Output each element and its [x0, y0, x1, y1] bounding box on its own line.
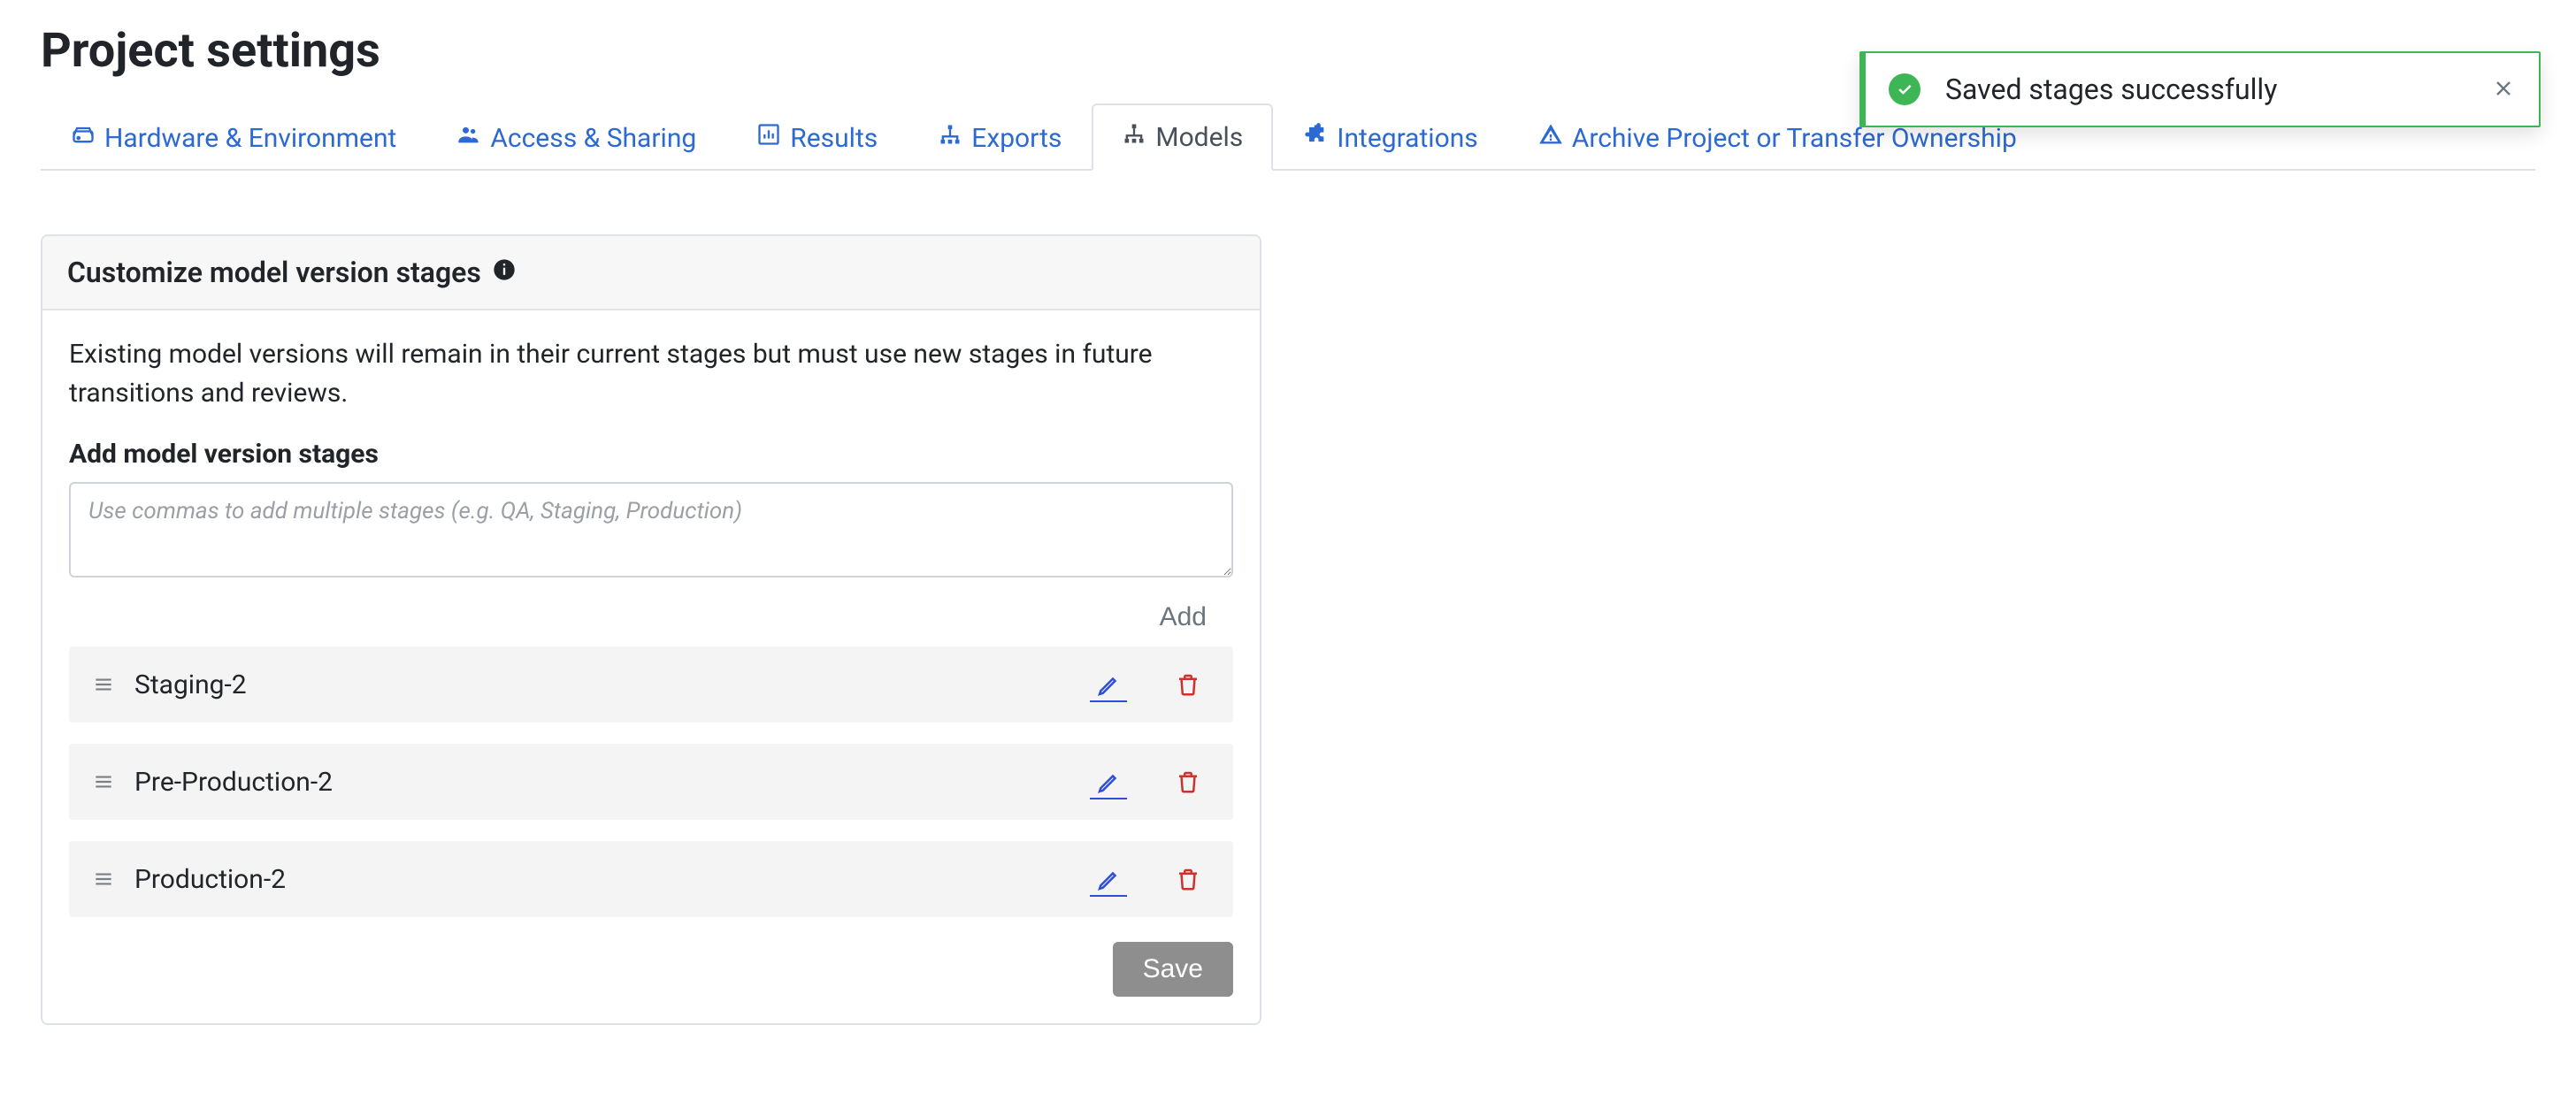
hdd-icon — [71, 122, 96, 154]
save-button[interactable]: Save — [1113, 942, 1233, 997]
delete-stage-button[interactable] — [1169, 860, 1207, 898]
stage-row: Staging-2 — [69, 646, 1233, 723]
tab-models[interactable]: Models — [1092, 103, 1273, 171]
close-icon — [2491, 76, 2516, 103]
add-button[interactable]: Add — [1160, 602, 1207, 632]
puzzle-icon — [1303, 122, 1328, 154]
stage-row: Pre-Production-2 — [69, 744, 1233, 820]
tab-label: Results — [790, 123, 878, 154]
stage-name: Staging-2 — [134, 669, 1070, 700]
tab-results[interactable]: Results — [726, 103, 908, 171]
warning-icon — [1538, 122, 1563, 154]
customize-stages-panel: Customize model version stages Existing … — [41, 234, 1261, 1025]
add-stages-label: Add model version stages — [69, 439, 1233, 470]
panel-title: Customize model version stages — [67, 256, 481, 289]
tab-label: Integrations — [1337, 123, 1477, 154]
tab-exports[interactable]: Exports — [908, 103, 1092, 171]
tab-label: Exports — [971, 123, 1062, 154]
info-icon[interactable] — [492, 256, 517, 289]
stage-row: Production-2 — [69, 841, 1233, 917]
panel-header: Customize model version stages — [42, 236, 1260, 310]
stage-name: Pre-Production-2 — [134, 767, 1070, 798]
toast-success: Saved stages successfully — [1859, 51, 2541, 127]
stage-list: Staging-2 Pre-Production-2 — [69, 646, 1233, 917]
delete-stage-button[interactable] — [1169, 666, 1207, 703]
stage-name: Production-2 — [134, 864, 1070, 895]
edit-stage-button[interactable] — [1090, 764, 1127, 799]
delete-stage-button[interactable] — [1169, 763, 1207, 800]
tab-hardware[interactable]: Hardware & Environment — [41, 103, 426, 171]
drag-handle-icon[interactable] — [92, 770, 115, 793]
tab-label: Access & Sharing — [490, 123, 696, 154]
edit-stage-button[interactable] — [1090, 667, 1127, 702]
check-circle-icon — [1889, 73, 1920, 105]
tab-label: Models — [1155, 122, 1243, 153]
sitemap-icon — [938, 122, 962, 154]
tab-integrations[interactable]: Integrations — [1273, 103, 1507, 171]
drag-handle-icon[interactable] — [92, 868, 115, 891]
toast-close-button[interactable] — [2491, 76, 2516, 103]
toast-message: Saved stages successfully — [1945, 73, 2466, 106]
edit-stage-button[interactable] — [1090, 861, 1127, 897]
tab-label: Hardware & Environment — [104, 123, 396, 154]
people-icon — [456, 122, 481, 154]
bar-chart-icon — [756, 122, 781, 154]
drag-handle-icon[interactable] — [92, 673, 115, 696]
sitemap-icon — [1122, 121, 1146, 153]
panel-description: Existing model versions will remain in t… — [69, 335, 1233, 412]
add-stages-input[interactable] — [69, 482, 1233, 577]
tab-access[interactable]: Access & Sharing — [426, 103, 726, 171]
